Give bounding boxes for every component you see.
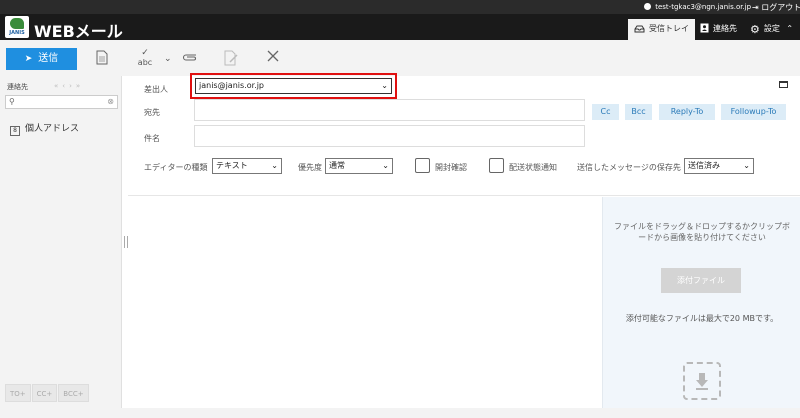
top-strip: test-tgkac3@ngn.janis.or.jp ⇥ ログアウト [0, 0, 800, 14]
contacts-icon [700, 21, 709, 41]
add-bcc-header-button[interactable]: Bcc [625, 104, 652, 120]
save-folder-select[interactable]: 送信済み ⌄ [684, 158, 754, 174]
from-select[interactable]: janis@janis.or.jp ⌄ [195, 78, 392, 94]
add-cc-button[interactable]: CC+ [31, 384, 58, 402]
from-label: 差出人 [144, 85, 168, 94]
last-page-icon[interactable]: » [76, 82, 84, 90]
logo-leaf [10, 18, 24, 29]
sidebar-pager: «‹›» [54, 82, 84, 90]
sidebar-item-personal-addresses[interactable]: 8 個人アドレス [10, 121, 79, 136]
gear-icon: ⚙ [750, 23, 760, 36]
priority-select[interactable]: 通常 ⌄ [325, 158, 393, 174]
add-reply-to-button[interactable]: Reply-To [659, 104, 715, 120]
close-icon[interactable] [266, 48, 280, 66]
contact-search-input[interactable]: ⚲ ⊗ [5, 95, 118, 109]
maximize-icon[interactable] [779, 81, 788, 88]
spellcheck-dropdown-icon[interactable]: ⌄ [164, 54, 172, 72]
message-body-editor[interactable] [128, 197, 602, 408]
compose-headers: 差出人 janis@janis.or.jp ⌄ 宛先 Cc Bcc Reply-… [128, 73, 800, 196]
attach-file-button[interactable]: 添付ファイル [661, 268, 741, 293]
subject-label: 件名 [144, 134, 160, 143]
priority-value: 通常 [329, 161, 345, 170]
drop-hint: ファイルをドラッグ＆ドロップするかクリップボードから画像を貼り付けてください [614, 222, 790, 242]
editor-type-select[interactable]: テキスト ⌄ [212, 158, 282, 174]
nav-settings[interactable]: ⚙ 設定 ⌃ [750, 19, 793, 39]
logout-icon: ⇥ [752, 3, 759, 12]
save-folder-value: 送信済み [688, 161, 720, 170]
priority-label: 優先度 [298, 163, 322, 172]
add-bcc-button[interactable]: BCC+ [58, 384, 89, 402]
chevron-down-icon: ⌄ [271, 161, 278, 170]
app-title: WEBメール [34, 22, 123, 41]
dsn-checkbox[interactable] [489, 158, 504, 173]
sidebar-item-label: 個人アドレス [25, 124, 80, 134]
to-field[interactable] [194, 99, 585, 121]
user-icon [644, 3, 651, 10]
read-receipt-checkbox[interactable] [415, 158, 430, 173]
subject-field[interactable] [194, 125, 585, 147]
nav-settings-label: 設定 [763, 24, 780, 33]
add-to-button[interactable]: TO+ [5, 384, 31, 402]
user-info: test-tgkac3@ngn.janis.or.jp [644, 3, 751, 11]
download-arrow-icon [696, 373, 708, 390]
edit-doc-icon [224, 50, 238, 68]
address-book-icon: 8 [10, 126, 20, 136]
editor-type-label: エディターの種類 [144, 163, 208, 172]
janis-logo: JANIS [5, 16, 29, 38]
dsn-label: 配送状態通知 [509, 163, 557, 172]
compose-toolbar: ➤ 送信 ✓ abc ⌄ [0, 40, 800, 76]
save-folder-label: 送信したメッセージの保存先 [577, 163, 681, 172]
chevron-up-icon: ⌃ [786, 24, 794, 33]
bottom-strip [0, 408, 800, 418]
logout-button[interactable]: ⇥ ログアウト [752, 2, 800, 13]
to-label: 宛先 [144, 108, 160, 117]
send-button[interactable]: ➤ 送信 [6, 48, 77, 70]
editor-type-value: テキスト [216, 161, 248, 170]
add-cc-header-button[interactable]: Cc [592, 104, 619, 120]
user-email: test-tgkac3@ngn.janis.or.jp [655, 3, 752, 11]
chevron-down-icon: ⌄ [382, 161, 389, 170]
nav-inbox-label: 受信トレイ [649, 24, 689, 33]
send-icon: ➤ [24, 54, 33, 64]
max-size-note: 添付可能なファイルは最大で20 MBです。 [625, 314, 779, 323]
signature-doc-icon[interactable] [95, 50, 109, 68]
clear-search-icon[interactable]: ⊗ [107, 97, 114, 106]
logo-text: JANIS [9, 30, 25, 36]
logout-label: ログアウト [761, 3, 800, 12]
add-followup-to-button[interactable]: Followup-To [721, 104, 786, 120]
nav-inbox[interactable]: 受信トレイ [628, 19, 695, 40]
chevron-down-icon: ⌄ [743, 161, 750, 170]
attachment-pane: ファイルをドラッグ＆ドロップするかクリップボードから画像を貼り付けてください 添… [602, 197, 800, 408]
read-receipt-label: 開封確認 [435, 163, 467, 172]
spellcheck-button[interactable]: ✓ abc [136, 48, 154, 68]
attach-paperclip-icon[interactable] [182, 50, 198, 68]
from-value: janis@janis.or.jp [199, 81, 265, 90]
nav-contacts[interactable]: 連絡先 [700, 19, 737, 39]
app-header: JANIS WEBメール 受信トレイ 連絡先 ⚙ 設定 ⌃ [0, 14, 800, 41]
contacts-sidebar: 連絡先 «‹›» ⚲ ⊗ 8 個人アドレス TO+ CC+ BCC+ [0, 76, 122, 408]
search-icon: ⚲ [9, 97, 15, 106]
inbox-icon [634, 21, 645, 41]
nav-contacts-label: 連絡先 [713, 24, 737, 33]
chevron-down-icon: ⌄ [381, 81, 388, 90]
recipient-buttons: TO+ CC+ BCC+ [5, 381, 90, 403]
sidebar-title: 連絡先 [7, 83, 28, 91]
drop-zone[interactable] [683, 362, 721, 400]
spellcheck-label: abc [137, 58, 153, 67]
send-label: 送信 [38, 53, 59, 64]
next-page-icon[interactable]: › [69, 82, 76, 90]
webmail-app: test-tgkac3@ngn.janis.or.jp ⇥ ログアウト JANI… [0, 0, 800, 418]
check-icon: ✓ [141, 48, 149, 58]
